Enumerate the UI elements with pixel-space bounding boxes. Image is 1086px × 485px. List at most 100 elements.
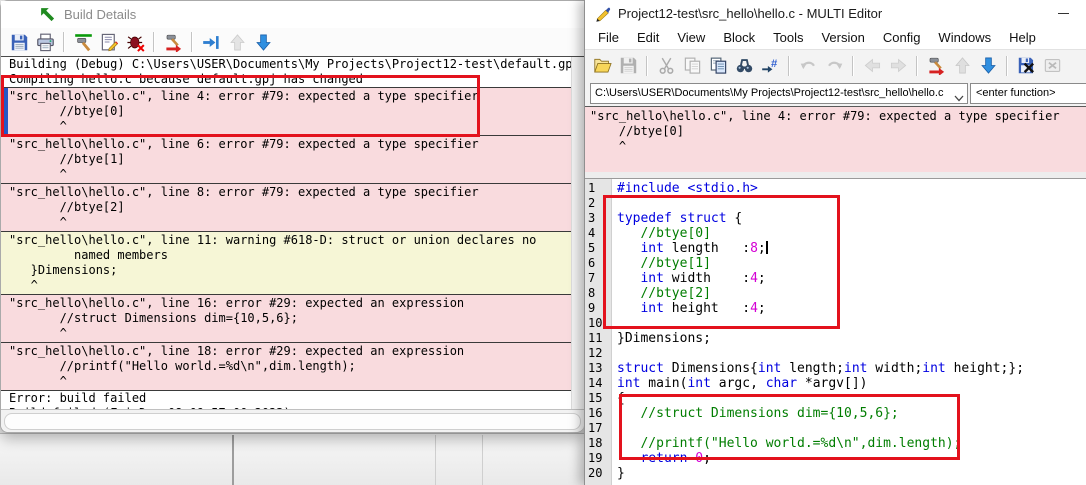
jump-to-error-icon[interactable] [199, 30, 223, 54]
redo-icon[interactable] [822, 54, 846, 78]
build-icon[interactable] [924, 54, 948, 78]
error-block[interactable]: "src_hello\hello.c", line 4: error #79: … [1, 87, 572, 135]
next-error-icon[interactable] [251, 30, 275, 54]
chevron-down-icon[interactable] [954, 90, 964, 104]
code-text: }Dimensions; [611, 331, 711, 346]
error-block[interactable]: "src_hello\hello.c", line 16: error #29:… [1, 294, 572, 342]
code-line-8[interactable]: 8 //btye[2] [585, 286, 1086, 301]
output-line: //printf("Hello world.=%d\n",dim.length)… [1, 359, 572, 374]
menu-tools[interactable]: Tools [764, 27, 812, 49]
rebuild-icon[interactable] [161, 30, 185, 54]
code-line-15[interactable]: 15{ [585, 391, 1086, 406]
code-line-7[interactable]: 7 int width :4; [585, 271, 1086, 286]
code-text [611, 421, 617, 436]
code-line-18[interactable]: 18 //printf("Hello world.=%d\n",dim.leng… [585, 436, 1086, 451]
previous-error-icon[interactable] [225, 30, 249, 54]
save-icon[interactable] [7, 30, 31, 54]
function-combobox[interactable]: <enter function> [970, 83, 1086, 104]
code-text: //struct Dimensions dim={10,5,6}; [611, 406, 899, 421]
find-icon[interactable] [732, 54, 756, 78]
horizontal-scrollbar[interactable] [1, 409, 584, 432]
code-line-17[interactable]: 17 [585, 421, 1086, 436]
error-block[interactable]: "src_hello\hello.c", line 8: error #79: … [1, 183, 572, 231]
output-line: ^ [1, 215, 572, 230]
line-number: 5 [585, 241, 611, 256]
code-text: int length :8; [611, 241, 768, 256]
output-line: ^ [1, 374, 572, 389]
build-details-titlebar[interactable]: Build Details [1, 1, 584, 28]
line-number: 10 [585, 316, 611, 331]
code-line-19[interactable]: 19 return 0; [585, 451, 1086, 466]
menu-help[interactable]: Help [1000, 27, 1045, 49]
error-banner[interactable]: "src_hello\hello.c", line 4: error #79: … [585, 107, 1086, 174]
goto-line-icon[interactable]: # [758, 54, 782, 78]
code-line-11[interactable]: 11}Dimensions; [585, 331, 1086, 346]
code-line-12[interactable]: 12 [585, 346, 1086, 361]
paste-icon[interactable] [706, 54, 730, 78]
code-line-13[interactable]: 13struct Dimensions{int length;int width… [585, 361, 1086, 376]
line-number: 19 [585, 451, 611, 466]
line-number: 2 [585, 196, 611, 211]
output-line: "src_hello\hello.c", line 8: error #79: … [1, 185, 572, 200]
next-icon[interactable] [976, 54, 1000, 78]
code-line-2[interactable]: 2 [585, 196, 1086, 211]
edit-build-file-icon[interactable] [97, 30, 121, 54]
code-line-20[interactable]: 20} [585, 466, 1086, 481]
path-row: C:\Users\USER\Documents\My Projects\Proj… [585, 80, 1086, 107]
line-number: 20 [585, 466, 611, 481]
code-line-9[interactable]: 9 int height :4; [585, 301, 1086, 316]
file-path-combobox[interactable]: C:\Users\USER\Documents\My Projects\Proj… [590, 83, 968, 104]
code-line-5[interactable]: 5 int length :8; [585, 241, 1086, 256]
output-line: ^ [1, 119, 572, 134]
output-line: Compiling hello.c because default.gpj ha… [1, 72, 572, 87]
output-line: "src_hello\hello.c", line 4: error #79: … [585, 109, 1086, 124]
line-number: 3 [585, 211, 611, 226]
menu-config[interactable]: Config [874, 27, 930, 49]
code-line-6[interactable]: 6 //btye[1] [585, 256, 1086, 271]
code-line-14[interactable]: 14int main(int argc, char *argv[]) [585, 376, 1086, 391]
debug-icon[interactable] [123, 30, 147, 54]
menu-version[interactable]: Version [812, 27, 873, 49]
back-icon[interactable] [860, 54, 884, 78]
save-icon[interactable] [616, 54, 640, 78]
toolbar-separator [191, 32, 193, 52]
code-line-10[interactable]: 10 [585, 316, 1086, 331]
close-file-icon[interactable] [1040, 54, 1064, 78]
code-text: struct Dimensions{int length;int width;i… [611, 361, 1024, 376]
save-and-close-icon[interactable] [1014, 54, 1038, 78]
menu-view[interactable]: View [668, 27, 714, 49]
cut-icon[interactable] [654, 54, 678, 78]
error-block[interactable]: "src_hello\hello.c", line 18: error #29:… [1, 342, 572, 391]
code-line-16[interactable]: 16 //struct Dimensions dim={10,5,6}; [585, 406, 1086, 421]
pane-splitter[interactable] [585, 172, 1086, 179]
output-line: //btye[0] [585, 124, 1086, 139]
code-line-1[interactable]: 1#include <stdio.h> [585, 181, 1086, 196]
forward-icon[interactable] [886, 54, 910, 78]
code-line-3[interactable]: 3typedef struct { [585, 211, 1086, 226]
code-line-4[interactable]: 4 //btye[0] [585, 226, 1086, 241]
copy-icon[interactable] [680, 54, 704, 78]
horizontal-scrollbar-thumb[interactable] [4, 413, 581, 430]
code-editor[interactable]: 1#include <stdio.h>23typedef struct {4 /… [585, 179, 1086, 485]
open-icon[interactable] [590, 54, 614, 78]
output-line: //btye[0] [1, 104, 572, 119]
output-line: Error: build failed [1, 391, 572, 406]
line-number: 13 [585, 361, 611, 376]
print-icon[interactable] [33, 30, 57, 54]
menu-file[interactable]: File [589, 27, 628, 49]
line-number: 7 [585, 271, 611, 286]
toolbar-separator [916, 56, 918, 76]
menu-block[interactable]: Block [714, 27, 764, 49]
line-number: 6 [585, 256, 611, 271]
undo-icon[interactable] [796, 54, 820, 78]
menu-windows[interactable]: Windows [929, 27, 1000, 49]
vertical-scrollbar[interactable] [571, 57, 584, 410]
previous-icon[interactable] [950, 54, 974, 78]
build-icon[interactable] [71, 30, 95, 54]
minimize-button[interactable] [1046, 0, 1080, 27]
menu-edit[interactable]: Edit [628, 27, 668, 49]
warning-block[interactable]: "src_hello\hello.c", line 11: warning #6… [1, 231, 572, 294]
error-block[interactable]: "src_hello\hello.c", line 6: error #79: … [1, 135, 572, 183]
editor-titlebar[interactable]: Project12-test\src_hello\hello.c - MULTI… [585, 0, 1086, 27]
output-line: //btye[1] [1, 152, 572, 167]
